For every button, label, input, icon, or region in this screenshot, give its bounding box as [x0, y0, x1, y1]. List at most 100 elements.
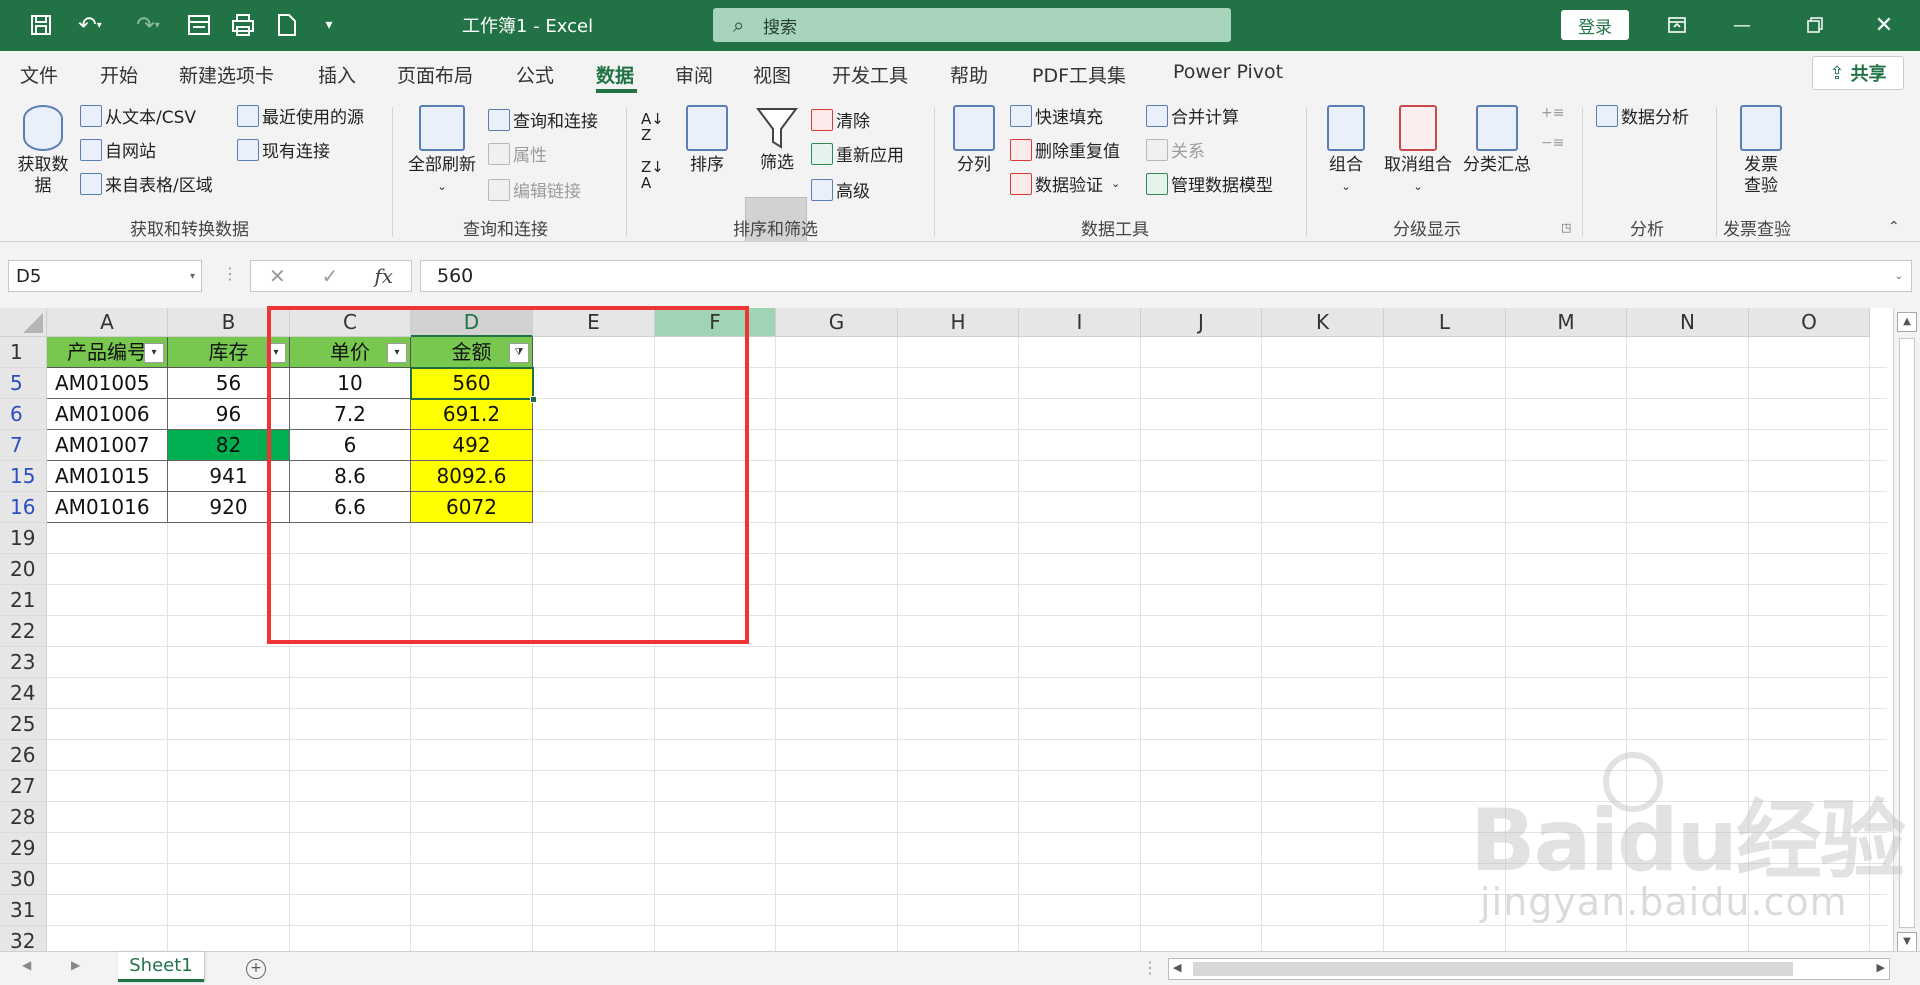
from-web-button[interactable]: 自网站 [80, 137, 156, 162]
scroll-down-icon[interactable]: ▼ [1897, 932, 1917, 952]
tab-developer[interactable]: 开发工具 [832, 61, 908, 88]
scroll-up-icon[interactable]: ▲ [1897, 312, 1917, 332]
share-button[interactable]: ⇪ 共享 [1812, 56, 1904, 90]
hide-detail-icon[interactable]: −≡ [1541, 135, 1564, 151]
tab-page-layout[interactable]: 页面布局 [397, 61, 473, 88]
column-header-o[interactable]: O [1749, 308, 1870, 337]
tab-pdf-tools[interactable]: PDF工具集 [1032, 61, 1126, 88]
column-header-g[interactable]: G [776, 308, 898, 337]
row-header-1[interactable]: 1 [0, 337, 47, 368]
row-header-30[interactable]: 30 [0, 864, 47, 895]
table-cell[interactable]: AM01006 [47, 399, 168, 430]
login-button[interactable]: 登录 [1561, 10, 1629, 40]
ungroup-button[interactable]: 取消组合 ⌄ [1380, 105, 1456, 197]
insert-function-icon[interactable]: fx [374, 264, 393, 288]
filter-dropdown-icon[interactable]: ▾ [144, 343, 164, 363]
column-header-n[interactable]: N [1627, 308, 1749, 337]
get-data-button[interactable]: 获取数 据 [12, 105, 74, 197]
sort-descending-button[interactable]: Z↓ A [641, 159, 664, 191]
advanced-filter-button[interactable]: 高级 [811, 177, 870, 202]
row-header-21[interactable]: 21 [0, 585, 47, 616]
tab-data[interactable]: 数据 [596, 61, 634, 88]
scroll-right-icon[interactable]: ▶ [1877, 961, 1885, 974]
refresh-all-button[interactable]: 全部刷新 ⌄ [404, 105, 480, 197]
resize-handle-icon[interactable]: ⋮ [222, 264, 238, 283]
row-header-23[interactable]: 23 [0, 647, 47, 678]
tab-insert[interactable]: 插入 [318, 61, 356, 88]
tab-formulas[interactable]: 公式 [516, 61, 554, 88]
print-preview-icon[interactable] [226, 8, 260, 42]
column-header-a[interactable]: A [47, 308, 168, 337]
recent-sources-button[interactable]: 最近使用的源 [237, 103, 364, 128]
tab-view[interactable]: 视图 [753, 61, 791, 88]
cancel-icon[interactable]: ✕ [269, 264, 286, 288]
tab-new-tab[interactable]: 新建选项卡 [179, 61, 274, 88]
table-cell[interactable]: AM01005 [47, 368, 168, 399]
redo-icon[interactable]: ↷ ▾ [126, 8, 170, 42]
column-header-h[interactable]: H [898, 308, 1019, 337]
from-text-csv-button[interactable]: 从文本/CSV [80, 103, 196, 128]
horizontal-scroll-thumb[interactable] [1193, 962, 1793, 976]
horizontal-scrollbar[interactable]: ◀ ▶ [1168, 958, 1890, 980]
remove-duplicates-button[interactable]: 删除重复值 [1010, 137, 1120, 162]
text-to-columns-button[interactable]: 分列 [948, 105, 1000, 176]
row-header-31[interactable]: 31 [0, 895, 47, 926]
sort-button[interactable]: 排序 [678, 105, 736, 176]
row-header-29[interactable]: 29 [0, 833, 47, 864]
add-sheet-icon[interactable]: + [246, 959, 266, 979]
close-icon[interactable]: ✕ [1862, 8, 1906, 42]
tab-split-handle-icon[interactable]: ⋮ [1142, 958, 1158, 977]
row-header-15[interactable]: 15 [0, 461, 47, 492]
search-box[interactable]: ⌕ 搜索 [713, 8, 1231, 42]
expand-formula-icon[interactable]: ⌄ [1895, 271, 1903, 282]
relationships-button[interactable]: 关系 [1146, 137, 1205, 162]
minimize-icon[interactable]: — [1720, 8, 1764, 42]
select-all-corner[interactable] [0, 308, 47, 337]
existing-connections-button[interactable]: 现有连接 [237, 137, 330, 162]
tab-file[interactable]: 文件 [20, 61, 58, 88]
column-header-l[interactable]: L [1384, 308, 1506, 337]
ribbon-display-icon[interactable] [1655, 8, 1699, 42]
export-icon[interactable] [270, 8, 304, 42]
subtotal-button[interactable]: 分类汇总 [1459, 105, 1535, 176]
tab-help[interactable]: 帮助 [950, 61, 988, 88]
edit-links-button[interactable]: 编辑链接 [488, 177, 581, 202]
formula-input[interactable]: 560 ⌄ [420, 260, 1912, 292]
manage-data-model-button[interactable]: 管理数据模型 [1146, 171, 1273, 196]
flash-fill-button[interactable]: 快速填充 [1010, 103, 1103, 128]
row-header-24[interactable]: 24 [0, 678, 47, 709]
consolidate-button[interactable]: 合并计算 [1146, 103, 1239, 128]
reapply-button[interactable]: 重新应用 [811, 141, 904, 166]
sheet-nav-arrows[interactable]: ◀ ▶ [22, 958, 98, 972]
row-header-22[interactable]: 22 [0, 616, 47, 647]
dialog-launcher-icon[interactable]: ◳ [1561, 221, 1571, 234]
filter-button[interactable]: 筛选 [748, 105, 806, 174]
row-header-16[interactable]: 16 [0, 492, 47, 523]
tab-home[interactable]: 开始 [100, 61, 138, 88]
row-header-7[interactable]: 7 [0, 430, 47, 461]
row-header-26[interactable]: 26 [0, 740, 47, 771]
sort-ascending-button[interactable]: A↓ Z [641, 111, 664, 143]
customize-qat-icon[interactable]: ▾ [314, 8, 344, 42]
sheet-tab-sheet1[interactable]: Sheet1 [118, 952, 204, 982]
from-table-button[interactable]: 来自表格/区域 [80, 171, 213, 196]
properties-button[interactable]: 属性 [488, 141, 547, 166]
column-header-k[interactable]: K [1262, 308, 1384, 337]
show-detail-icon[interactable]: +≡ [1541, 105, 1564, 121]
row-header-27[interactable]: 27 [0, 771, 47, 802]
queries-connections-button[interactable]: 查询和连接 [488, 107, 598, 132]
row-header-6[interactable]: 6 [0, 399, 47, 430]
row-header-25[interactable]: 25 [0, 709, 47, 740]
header-product-id[interactable]: 产品编号 ▾ [47, 337, 168, 368]
form-icon[interactable] [182, 8, 216, 42]
enter-icon[interactable]: ✓ [322, 264, 339, 288]
data-validation-button[interactable]: 数据验证 ⌄ [1010, 171, 1120, 196]
table-cell[interactable]: AM01016 [47, 492, 168, 523]
column-header-m[interactable]: M [1506, 308, 1627, 337]
name-box[interactable]: D5 ▾ [8, 260, 202, 292]
collapse-ribbon-icon[interactable]: ⌃ [1888, 219, 1900, 235]
clear-filter-button[interactable]: 清除 [811, 107, 870, 132]
tab-power-pivot[interactable]: Power Pivot [1173, 61, 1283, 83]
data-analysis-button[interactable]: 数据分析 [1596, 103, 1689, 128]
save-icon[interactable] [24, 8, 58, 42]
